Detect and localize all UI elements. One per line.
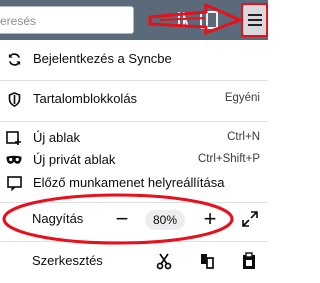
url-bar[interactable]: eresés: [0, 6, 134, 34]
menu-separator: [0, 202, 268, 203]
shortcut-text: Ctrl+N: [227, 131, 260, 143]
menu-item-label: Bejelentkezés a Syncbe: [33, 51, 172, 66]
browser-toolbar: eresés: [0, 0, 268, 40]
edit-label: Szerkesztés: [32, 253, 103, 268]
sync-icon: [6, 51, 22, 67]
zoom-out-button[interactable]: −: [111, 208, 133, 231]
cut-icon[interactable]: [155, 252, 173, 270]
copy-icon[interactable]: [198, 252, 216, 270]
menu-item-label: Előző munkamenet helyreállítása: [33, 175, 225, 190]
menu-separator: [0, 121, 268, 122]
mask-icon: [6, 152, 22, 168]
zoom-reset-button[interactable]: 80%: [145, 210, 185, 230]
menu-item-content-blocking[interactable]: Tartalomblokkolás Egyéni: [0, 84, 268, 114]
edit-row: Szerkesztés: [0, 246, 268, 276]
zoom-in-button[interactable]: +: [199, 208, 221, 231]
menu-item-restore-session[interactable]: Előző munkamenet helyreállítása: [0, 168, 268, 198]
menu-separator: [0, 241, 268, 242]
restore-session-icon: [6, 175, 22, 191]
zoom-label: Nagyítás: [32, 211, 84, 226]
menu-item-sync[interactable]: Bejelentkezés a Syncbe: [0, 44, 268, 74]
shortcut-text: Ctrl+Shift+P: [198, 153, 260, 165]
hamburger-menu-button[interactable]: [243, 5, 268, 35]
shield-icon: [6, 91, 22, 107]
menu-item-label: Új ablak: [33, 130, 80, 145]
app-menu-panel: Bejelentkezés a Syncbe Tartalomblokkolás…: [0, 40, 268, 283]
paste-icon[interactable]: [240, 252, 258, 270]
menu-separator: [0, 80, 268, 81]
menu-item-label: Új privát ablak: [33, 152, 116, 167]
zoom-row: Nagyítás − 80% +: [0, 204, 268, 234]
new-window-icon: [6, 130, 22, 146]
fullscreen-icon[interactable]: [241, 210, 259, 228]
sidebar-icon[interactable]: [200, 11, 218, 29]
url-bar-text: eresés: [0, 14, 37, 28]
menu-item-label: Tartalomblokkolás: [33, 91, 138, 106]
content-blocking-value: Egyéni: [224, 92, 260, 104]
library-icon[interactable]: [176, 11, 194, 29]
